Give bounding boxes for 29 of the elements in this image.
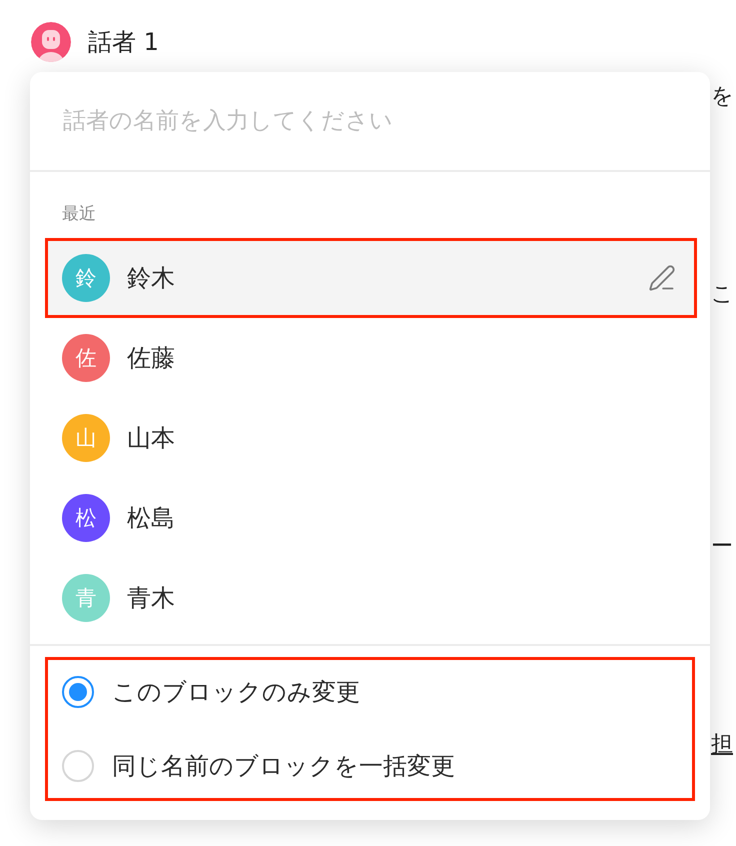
name-input[interactable]: 話者の名前を入力してください (30, 72, 710, 172)
speaker-option-name: 佐藤 (127, 343, 176, 374)
transcript-text: を (711, 83, 735, 111)
initial-avatar: 鈴 (62, 254, 110, 302)
initial-avatar: 佐 (62, 334, 110, 382)
speaker-option-name: 松島 (127, 503, 176, 534)
avatar-icon (31, 22, 71, 62)
radio-icon[interactable] (62, 676, 94, 708)
section-label: 最近 (62, 203, 97, 226)
edit-icon[interactable] (648, 264, 676, 292)
initial-avatar: 山 (62, 414, 110, 462)
speaker-name: 話者 1 (88, 27, 159, 58)
radio-label: 同じ名前のブロックを一括変更 (112, 751, 455, 782)
speaker-option[interactable]: 鈴 鈴木 (48, 241, 694, 315)
speaker-option-name: 青木 (127, 583, 176, 614)
speaker-option[interactable]: 青 青木 (48, 561, 694, 635)
speaker-option[interactable]: 松 松島 (48, 481, 694, 555)
transcript-text: ー (711, 533, 734, 561)
radio-option[interactable]: このブロックのみ変更 (48, 660, 692, 724)
initial-avatar: 松 (62, 494, 110, 542)
radio-option[interactable]: 同じ名前のブロックを一括変更 (48, 734, 692, 798)
transcript-text: こ (711, 281, 735, 309)
speaker-option-name: 山本 (127, 423, 176, 454)
speaker-option[interactable]: 佐 佐藤 (48, 321, 694, 395)
initial-avatar: 青 (62, 574, 110, 622)
radio-label: このブロックのみ変更 (112, 677, 360, 708)
speaker-option-name: 鈴木 (127, 263, 176, 294)
speaker-option[interactable]: 山 山本 (48, 401, 694, 475)
transcript-text: 担 (711, 731, 734, 759)
